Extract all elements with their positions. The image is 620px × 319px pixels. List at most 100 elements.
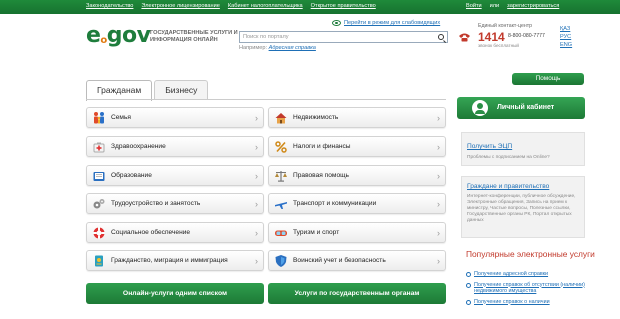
contact-free-call: звонок бесплатный bbox=[478, 43, 519, 48]
category-transport[interactable]: Транспорт и коммуникации › bbox=[268, 193, 446, 214]
personal-cabinet-label: Личный кабинет bbox=[497, 104, 555, 111]
family-icon bbox=[94, 112, 104, 124]
tab-citizens[interactable]: Гражданам bbox=[86, 80, 153, 101]
chevron-right-icon: › bbox=[437, 228, 440, 238]
category-label: Трудоустройство и занятость bbox=[111, 200, 201, 207]
impaired-mode-label: Перейти в режим для слабовидящих bbox=[344, 20, 441, 26]
chevron-right-icon: › bbox=[437, 171, 440, 181]
contact-long-number: 8-800-080-7777 bbox=[508, 33, 545, 39]
lang-kaz[interactable]: ҚАЗ bbox=[560, 26, 572, 32]
search-placeholder: Поиск по порталу bbox=[243, 34, 289, 40]
government-panel: Граждане и правительство Интернет-конфер… bbox=[461, 176, 585, 238]
register-link[interactable]: зарегистрироваться bbox=[507, 3, 559, 9]
government-link[interactable]: Граждане и правительство bbox=[467, 183, 549, 190]
top-link-legislation[interactable]: Законодательство bbox=[86, 3, 133, 9]
help-button[interactable]: Помощь bbox=[512, 73, 584, 85]
popular-link[interactable]: Получение справок о наличии bbox=[474, 299, 550, 305]
chevron-right-icon: › bbox=[255, 256, 258, 266]
chevron-right-icon: › bbox=[437, 199, 440, 209]
chevron-right-icon: › bbox=[437, 142, 440, 152]
egov-logo[interactable]: eogov bbox=[86, 23, 151, 48]
top-link-open-government[interactable]: Открытое правительство bbox=[311, 3, 376, 9]
search-example-label: Например: bbox=[239, 45, 268, 51]
chevron-right-icon: › bbox=[255, 113, 258, 123]
government-text: Интернет-конференции, публичное обсужден… bbox=[467, 194, 576, 223]
chevron-right-icon: › bbox=[255, 171, 258, 181]
category-label: Социальное обеспечение bbox=[111, 229, 191, 236]
popular-services-list: Получение адресной справки Получение спр… bbox=[466, 271, 591, 309]
first-aid-icon bbox=[93, 142, 105, 153]
or-text: или bbox=[489, 3, 500, 9]
lifebuoy-icon bbox=[93, 227, 105, 239]
category-label: Гражданство, миграция и иммиграция bbox=[111, 257, 228, 264]
search-input[interactable]: Поиск по порталу bbox=[239, 31, 448, 43]
chevron-right-icon: › bbox=[437, 113, 440, 123]
site-tagline: Государственные услуги и информация онла… bbox=[150, 30, 238, 43]
services-by-agency-button[interactable]: Услуги по государственным органам bbox=[268, 283, 446, 304]
category-label: Транспорт и коммуникации bbox=[293, 200, 377, 207]
category-label: Недвижимость bbox=[293, 114, 339, 121]
language-switcher: ҚАЗ РУС ENG bbox=[560, 26, 572, 48]
book-icon bbox=[93, 172, 105, 181]
impaired-mode-link[interactable]: Перейти в режим для слабовидящих bbox=[332, 20, 440, 26]
top-links: Законодательство Электронное лицензирова… bbox=[86, 3, 376, 9]
contact-short-number: 1414 bbox=[478, 30, 505, 44]
search-example: Например: Адресная справка bbox=[239, 45, 316, 51]
eye-icon bbox=[332, 20, 341, 26]
tab-business[interactable]: Бизнесу bbox=[154, 80, 209, 100]
list-item[interactable]: Получение справок о наличии bbox=[466, 299, 591, 306]
eds-panel: Получить ЭЦП Проблемы с подписанием на O… bbox=[461, 132, 585, 166]
auth-links: Войти или зарегистрироваться bbox=[466, 3, 559, 9]
popular-link[interactable]: Получение адресной справки bbox=[474, 271, 548, 277]
all-services-button[interactable]: Онлайн-услуги одним списком bbox=[86, 283, 264, 304]
house-icon bbox=[275, 113, 287, 124]
diving-mask-icon bbox=[275, 230, 287, 236]
popular-link[interactable]: Получение справок об отсутствии (наличии… bbox=[474, 282, 585, 295]
category-taxes[interactable]: Налоги и финансы › bbox=[268, 136, 446, 157]
audience-tabs: Гражданам Бизнесу bbox=[86, 80, 210, 101]
contact-center-title: Единый контакт-центр bbox=[478, 23, 532, 29]
category-label: Туризм и спорт bbox=[293, 229, 340, 236]
plane-icon bbox=[275, 202, 287, 209]
eds-link[interactable]: Получить ЭЦП bbox=[467, 143, 512, 150]
category-family[interactable]: Семья › bbox=[86, 107, 264, 128]
category-label: Налоги и финансы bbox=[293, 143, 351, 150]
lang-rus[interactable]: РУС bbox=[560, 34, 572, 40]
category-education[interactable]: Образование › bbox=[86, 165, 264, 186]
top-link-taxpayer-cabinet[interactable]: Кабинет налогоплательщика bbox=[228, 3, 303, 9]
chevron-right-icon: › bbox=[255, 142, 258, 152]
category-label: Воинский учет и безопасность bbox=[293, 257, 386, 264]
category-tourism[interactable]: Туризм и спорт › bbox=[268, 222, 446, 243]
user-icon bbox=[472, 100, 488, 116]
search-example-link[interactable]: Адресная справка bbox=[269, 45, 316, 51]
top-link-licensing[interactable]: Электронное лицензирование bbox=[141, 3, 219, 9]
category-healthcare[interactable]: Здравоохранение › bbox=[86, 136, 264, 157]
popular-services-title: Популярные электронные услуги bbox=[466, 249, 595, 259]
category-employment[interactable]: Трудоустройство и занятость › bbox=[86, 193, 264, 214]
category-label: Семья bbox=[111, 114, 131, 121]
chevron-right-icon: › bbox=[255, 199, 258, 209]
category-legal-aid[interactable]: Правовая помощь › bbox=[268, 165, 446, 186]
category-citizenship[interactable]: Гражданство, миграция и иммиграция › bbox=[86, 250, 264, 271]
shield-icon bbox=[275, 255, 287, 267]
category-label: Правовая помощь bbox=[293, 172, 349, 179]
category-real-estate[interactable]: Недвижимость › bbox=[268, 107, 446, 128]
chevron-right-icon: › bbox=[437, 256, 440, 266]
chevron-right-icon: › bbox=[255, 228, 258, 238]
category-social-security[interactable]: Социальное обеспечение › bbox=[86, 222, 264, 243]
personal-cabinet-button[interactable]: Личный кабинет bbox=[457, 97, 585, 119]
top-navigation-bar: Законодательство Электронное лицензирова… bbox=[0, 0, 620, 14]
tab-divider bbox=[86, 99, 446, 100]
category-military[interactable]: Воинский учет и безопасность › bbox=[268, 250, 446, 271]
passport-icon bbox=[95, 255, 103, 267]
list-item[interactable]: Получение адресной справки bbox=[466, 271, 591, 278]
logo-e: e bbox=[86, 23, 101, 48]
eds-text: Проблемы с подписанием на Online? bbox=[467, 155, 550, 160]
login-link[interactable]: Войти bbox=[466, 3, 482, 9]
search-icon[interactable] bbox=[438, 34, 444, 40]
percent-icon bbox=[275, 141, 287, 153]
list-item[interactable]: Получение справок об отсутствии (наличии… bbox=[466, 282, 591, 295]
logo-gov: gov bbox=[106, 23, 151, 48]
lang-eng[interactable]: ENG bbox=[560, 42, 572, 48]
gears-icon bbox=[93, 199, 105, 209]
